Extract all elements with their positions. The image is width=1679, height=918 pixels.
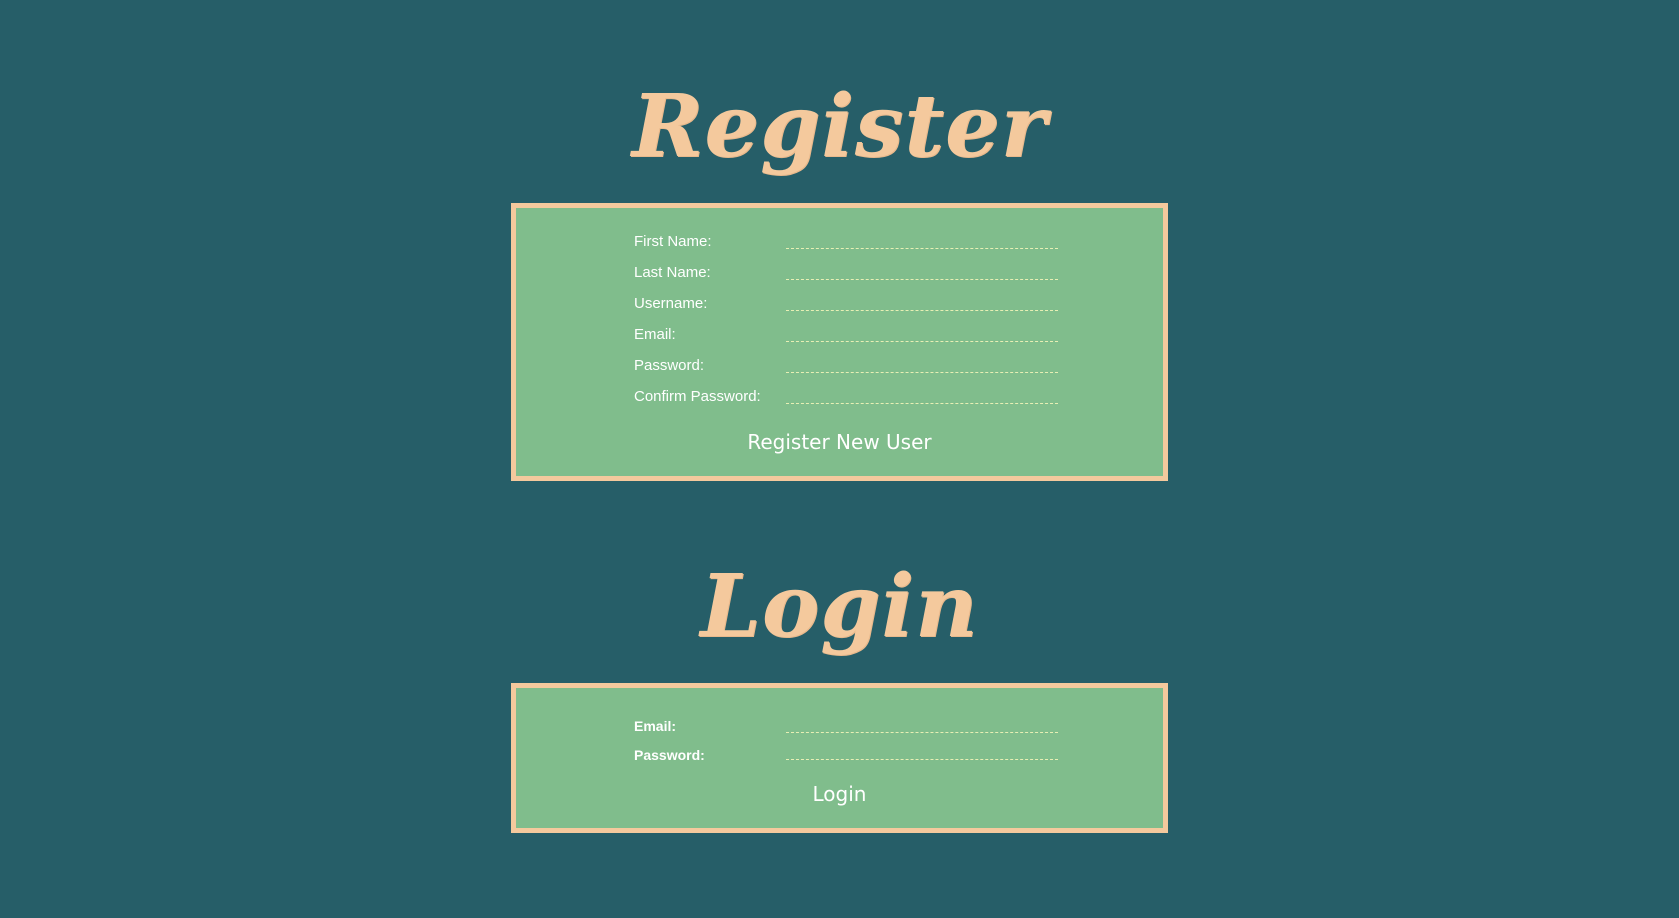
register-new-user-button[interactable]: Register New User (516, 430, 1163, 454)
register-password-input[interactable] (786, 372, 1058, 373)
login-title: Login (700, 556, 979, 657)
first-name-label: First Name: (634, 233, 712, 250)
login-email-label: Email: (634, 718, 677, 734)
last-name-label: Last Name: (634, 264, 711, 281)
username-input[interactable] (786, 310, 1058, 311)
register-form: First Name: Last Name: Username: Email: … (511, 203, 1168, 481)
login-password-label: Password: (634, 747, 705, 763)
login-password-input[interactable] (786, 759, 1058, 760)
username-label: Username: (634, 295, 708, 312)
login-email-input[interactable] (786, 732, 1058, 733)
register-password-label: Password: (634, 357, 705, 374)
register-email-row: Email: (634, 325, 1074, 349)
register-password-row: Password: (634, 356, 1074, 380)
login-email-row: Email: (634, 716, 1074, 740)
confirm-password-label: Confirm Password: (634, 388, 761, 405)
last-name-input[interactable] (786, 279, 1058, 280)
login-password-row: Password: (634, 745, 1074, 769)
register-email-input[interactable] (786, 341, 1058, 342)
register-title: Register (631, 76, 1048, 177)
register-email-label: Email: (634, 326, 676, 343)
confirm-password-row: Confirm Password: (634, 387, 1074, 411)
first-name-input[interactable] (786, 248, 1058, 249)
login-button[interactable]: Login (516, 782, 1163, 806)
username-row: Username: (634, 294, 1074, 318)
first-name-row: First Name: (634, 232, 1074, 256)
last-name-row: Last Name: (634, 263, 1074, 287)
login-form: Email: Password: Login (511, 683, 1168, 833)
confirm-password-input[interactable] (786, 403, 1058, 404)
